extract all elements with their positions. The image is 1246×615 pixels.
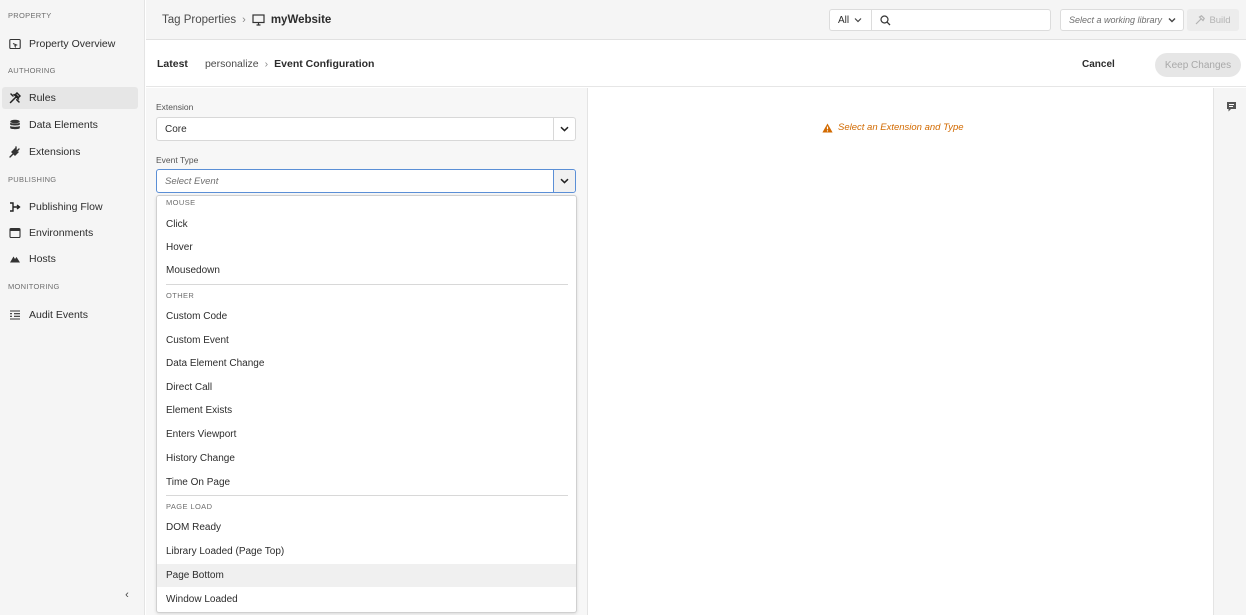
list-icon [9,309,21,321]
cloud-icon [9,253,21,265]
hammer-icon [1195,15,1206,25]
rules-icon [9,92,21,104]
warning-message: Select an Extension and Type [822,122,964,133]
menu-item-custom-code[interactable]: Custom Code [157,305,576,328]
sidebar-section-publishing: PUBLISHING [8,175,57,184]
database-icon [9,119,21,131]
chevron-down-icon [1168,16,1176,25]
keep-changes-button[interactable]: Keep Changes [1155,53,1241,77]
breadcrumb-tag-properties[interactable]: Tag Properties [162,14,236,26]
menu-group-other: OTHER [166,291,195,300]
sidebar-item-label: Hosts [29,253,56,265]
breadcrumb: Tag Properties › myWebsite [162,0,331,40]
breadcrumb-site-name[interactable]: myWebsite [271,14,332,26]
sidebar-item-label: Environments [29,227,94,239]
event-type-placeholder: Select Event [165,175,219,187]
menu-item-hover[interactable]: Hover [157,236,576,259]
comment-icon[interactable] [1226,99,1237,112]
breadcrumb-separator: › [242,14,246,26]
menu-divider [166,284,568,285]
working-library-placeholder: Select a working library [1069,15,1163,25]
menu-item-custom-event[interactable]: Custom Event [157,329,576,352]
event-detail-panel: Select an Extension and Type [589,88,1213,615]
breadcrumb-rule-name[interactable]: personalize [205,58,259,70]
extension-value: Core [165,123,187,135]
top-bar: Tag Properties › myWebsite All Select a … [146,0,1246,40]
rule-edit-header: Latest personalize › Event Configuration… [146,41,1246,87]
sidebar-item-hosts[interactable]: Hosts [2,248,138,270]
browser-window-icon [9,227,21,239]
monitor-icon [252,14,265,26]
alert-triangle-icon [822,123,838,133]
menu-group-mouse: MOUSE [166,198,196,207]
menu-item-dom-ready[interactable]: DOM Ready [157,516,576,539]
sidebar-item-label: Extensions [29,146,81,158]
sidebar-item-label: Data Elements [29,119,98,131]
search-icon [880,14,891,26]
sidebar-item-rules[interactable]: Rules [2,87,138,109]
menu-item-library-loaded[interactable]: Library Loaded (Page Top) [157,540,576,563]
cancel-button[interactable]: Cancel [1082,54,1115,74]
breadcrumb-current-page: Event Configuration [274,58,375,70]
menu-item-click[interactable]: Click [157,213,576,236]
menu-item-element-exists[interactable]: Element Exists [157,399,576,422]
build-label: Build [1209,14,1231,26]
working-library-select[interactable]: Select a working library [1060,9,1184,31]
warning-text: Select an Extension and Type [838,122,964,133]
sidebar-item-label: Property Overview [29,38,116,50]
extension-label: Extension [156,102,194,112]
sidebar-item-label: Rules [29,92,56,104]
publishing-flow-icon [9,201,21,213]
sidebar-item-property-overview[interactable]: Property Overview [2,33,138,55]
chevron-down-icon [854,16,862,25]
event-type-label: Event Type [156,155,199,165]
event-type-menu: MOUSE Click Hover Mousedown OTHER Custom… [156,195,577,613]
sidebar: PROPERTY Property Overview AUTHORING Rul… [0,0,145,615]
menu-item-time-on-page[interactable]: Time On Page [157,471,576,494]
property-overview-icon [9,38,21,50]
menu-item-direct-call[interactable]: Direct Call [157,376,576,399]
event-type-select[interactable]: Select Event [156,169,576,193]
right-rail [1213,88,1246,615]
revision-latest-label[interactable]: Latest [157,58,188,70]
sidebar-section-monitoring: MONITORING [8,282,60,291]
collapse-sidebar-button[interactable]: ‹ [120,588,134,602]
sidebar-item-audit-events[interactable]: Audit Events [2,304,138,326]
search-box[interactable] [871,9,1051,31]
breadcrumb-separator: › [264,58,269,70]
menu-item-mousedown[interactable]: Mousedown [157,259,576,282]
search-scope-select[interactable]: All [829,9,871,31]
chevron-down-icon[interactable] [553,118,575,140]
search-input[interactable] [897,11,1047,29]
sidebar-section-property: PROPERTY [8,11,52,20]
sidebar-item-label: Publishing Flow [29,201,103,213]
event-breadcrumb: Latest personalize › Event Configuration [157,41,374,87]
menu-item-window-loaded[interactable]: Window Loaded [157,588,576,611]
menu-divider [166,495,568,496]
plug-icon [9,146,21,158]
extension-select[interactable]: Core [156,117,576,141]
menu-item-enters-viewport[interactable]: Enters Viewport [157,423,576,446]
menu-group-page-load: PAGE LOAD [166,502,213,511]
menu-item-data-element-change[interactable]: Data Element Change [157,352,576,375]
menu-item-page-bottom[interactable]: Page Bottom [157,564,576,587]
build-button[interactable]: Build [1187,9,1239,31]
sidebar-item-data-elements[interactable]: Data Elements [2,114,138,136]
sidebar-item-label: Audit Events [29,309,88,321]
search-scope-value: All [838,14,850,26]
chevron-down-icon[interactable] [553,170,575,192]
sidebar-item-publishing-flow[interactable]: Publishing Flow [2,196,138,218]
sidebar-section-authoring: AUTHORING [8,66,56,75]
menu-item-history-change[interactable]: History Change [157,447,576,470]
sidebar-item-extensions[interactable]: Extensions [2,141,138,163]
sidebar-item-environments[interactable]: Environments [2,222,138,244]
